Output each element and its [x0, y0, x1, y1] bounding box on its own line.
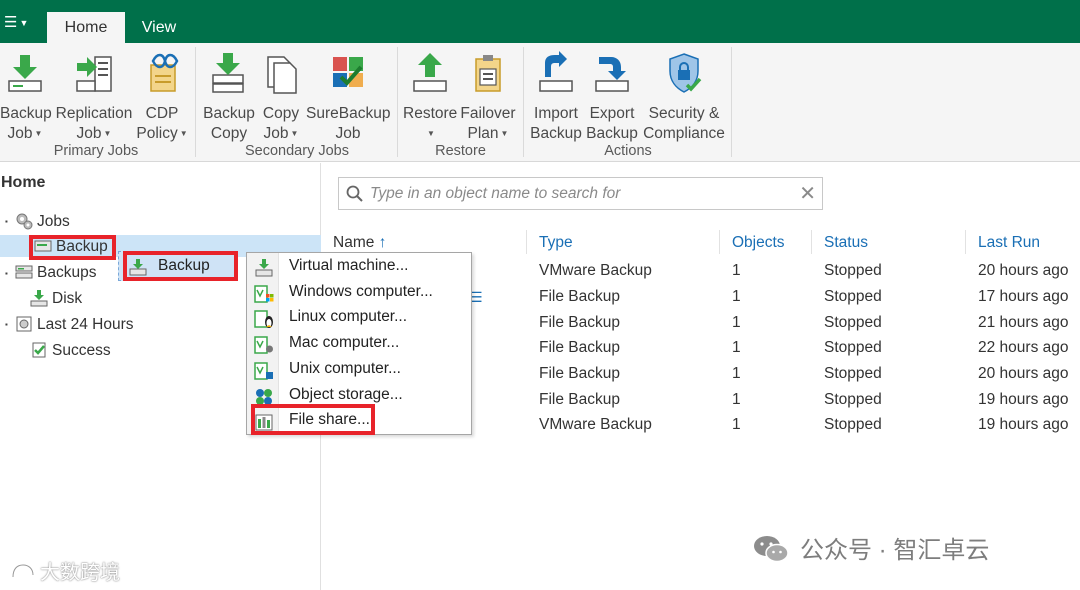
highlight-backup-tree-item [29, 235, 116, 260]
column-divider[interactable] [965, 230, 966, 254]
mac-computer-icon [254, 336, 273, 354]
hamburger-menu-icon[interactable]: ☰ ▼ [4, 13, 34, 33]
column-header-objects[interactable]: Objects [732, 234, 785, 252]
failover-plan-icon [475, 55, 501, 92]
backup-job-icon [8, 55, 42, 92]
security-compliance-icon [669, 53, 702, 93]
menu-item-windows-computer[interactable]: Windows computer... [247, 281, 471, 307]
nav-title: Home [1, 174, 46, 191]
tree-item-disk[interactable]: Disk [30, 288, 82, 310]
search-input[interactable]: Type in an object name to search for ✕ [338, 177, 823, 210]
tree-expander[interactable]: ▪ [5, 217, 8, 226]
success-icon [32, 342, 46, 358]
column-header-type[interactable]: Type [539, 234, 573, 252]
backups-icon [15, 265, 33, 279]
column-header-last-run[interactable]: Last Run [978, 234, 1040, 252]
backup-job-button[interactable]: Backup Job ▼ [0, 51, 52, 144]
menu-item-unix-computer[interactable]: Unix computer... [247, 358, 471, 384]
windows-computer-icon [254, 284, 274, 303]
failover-plan-button[interactable]: Failover Plan ▼ [460, 51, 516, 144]
security-compliance-button[interactable]: Security & Compliance [642, 51, 726, 144]
ribbon-divider [523, 47, 524, 157]
ribbon-divider [397, 47, 398, 157]
export-backup-button[interactable]: Export Backup [586, 51, 638, 144]
replication-job-icon [76, 56, 112, 92]
highlight-drag-ghost [123, 251, 238, 281]
restore-button[interactable]: Restore ▼ [403, 51, 457, 144]
column-divider[interactable] [526, 230, 527, 254]
menu-item-virtual-machine[interactable]: Virtual machine... [247, 255, 471, 281]
ribbon-divider [195, 47, 196, 157]
backup-copy-icon [212, 53, 244, 93]
title-bar: ☰ ▼ Home View [0, 0, 1080, 43]
menu-item-linux-computer[interactable]: Linux computer... [247, 306, 471, 332]
surebackup-job-icon [333, 57, 363, 87]
tab-view[interactable]: View [128, 12, 190, 43]
watermark-left: 大数跨境 [10, 556, 120, 585]
watermark-logo-icon [11, 563, 35, 578]
column-divider[interactable] [811, 230, 812, 254]
tree-expander[interactable]: ▪ [5, 320, 8, 329]
restore-icon [413, 53, 447, 92]
virtual-machine-icon [255, 259, 273, 277]
clear-icon[interactable]: ✕ [799, 181, 816, 206]
column-header-name[interactable]: Name ↑ [333, 234, 386, 252]
unix-computer-icon [254, 362, 273, 380]
group-primary-jobs: Primary Jobs [53, 143, 139, 159]
copy-job-button[interactable]: Copy Job ▼ [258, 51, 304, 144]
tree-item-jobs[interactable]: Jobs [15, 211, 70, 233]
watermark-right: 公众号 · 智汇卓云 [752, 530, 989, 565]
backup-copy-button[interactable]: Backup Copy [203, 51, 255, 144]
column-header-status[interactable]: Status [824, 234, 868, 252]
export-backup-icon [595, 57, 629, 92]
cdp-policy-icon [150, 53, 179, 92]
tree-item-last-24-hours[interactable]: Last 24 Hours [15, 314, 134, 336]
group-secondary-jobs: Secondary Jobs [245, 143, 349, 159]
surebackup-job-button[interactable]: SureBackup Job [306, 51, 390, 144]
tree-expander[interactable]: ▪ [5, 269, 8, 278]
wechat-icon [754, 536, 789, 563]
sort-ascending-icon: ↑ [378, 234, 387, 251]
tab-home[interactable]: Home [47, 12, 125, 43]
tree-item-success[interactable]: Success [30, 340, 111, 362]
import-backup-button[interactable]: Import Backup [530, 51, 582, 144]
disk-icon [30, 290, 48, 307]
linux-computer-icon [254, 310, 273, 329]
import-backup-icon [539, 51, 573, 92]
menu-item-mac-computer[interactable]: Mac computer... [247, 332, 471, 358]
copy-job-icon [267, 56, 297, 94]
cdp-policy-button[interactable]: CDP Policy ▼ [135, 51, 189, 144]
replication-job-button[interactable]: Replication Job ▼ [55, 51, 133, 144]
highlight-file-share [251, 404, 375, 435]
column-divider[interactable] [719, 230, 720, 254]
tree-item-backups[interactable]: Backups [15, 262, 96, 284]
group-actions: Actions [604, 143, 652, 159]
search-icon [346, 185, 363, 202]
history-icon [16, 316, 32, 332]
gears-icon [16, 213, 33, 230]
search-placeholder: Type in an object name to search for [370, 185, 621, 202]
ribbon-divider [731, 47, 732, 157]
ribbon: Backup Job ▼ Replication Job ▼ CDP Policy ▼… [0, 43, 1080, 162]
group-restore: Restore [435, 143, 486, 159]
